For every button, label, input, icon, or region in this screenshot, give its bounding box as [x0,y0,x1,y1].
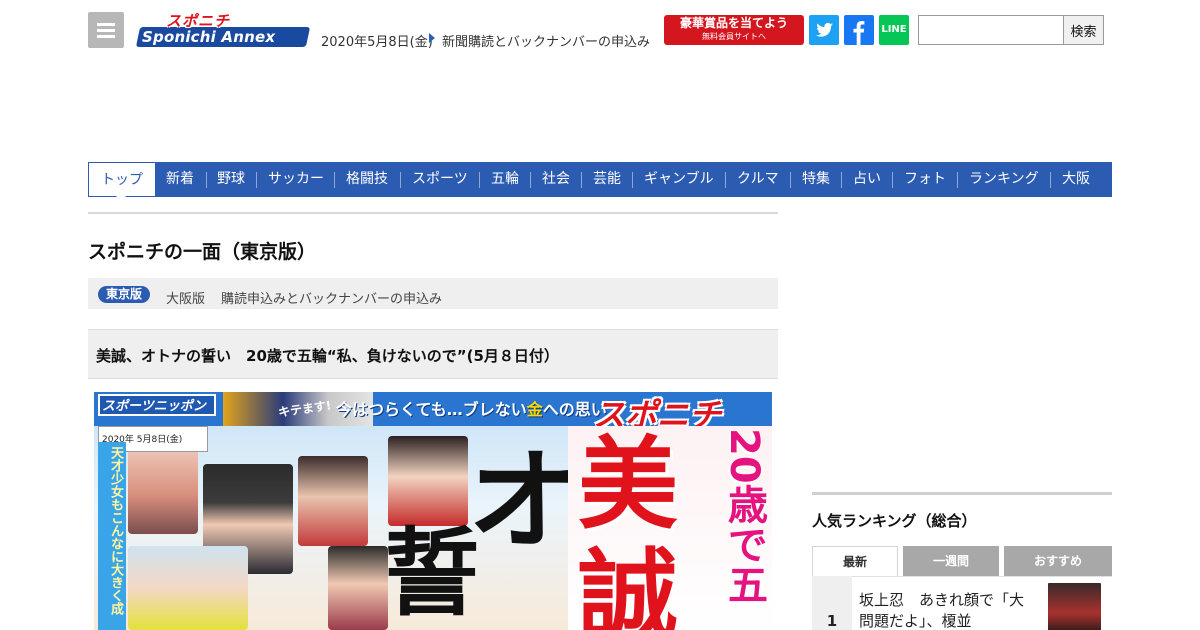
page: Sponichi Annex スポニチ 2020年5月8日(金) 新聞購読とバッ… [0,0,1200,630]
main-divider [88,212,778,214]
facebook-icon[interactable] [844,15,874,45]
nav-separator [841,172,842,188]
nav-item-osaka[interactable]: 大阪 [1062,162,1090,197]
ranking-title: 人気ランキング（総合） [812,512,977,530]
header-date: 2020年5月8日(金) [321,35,433,50]
nav-separator [334,172,335,188]
hamburger-menu-icon[interactable] [88,12,124,48]
childhood-photo [128,438,198,534]
paper-name: スポーツニッポン [102,399,206,414]
ranking-thumbnail[interactable] [1048,583,1101,630]
twitter-bird-glyph [816,22,833,37]
headline-chika: 誓 [384,518,480,629]
nav-separator [400,172,401,188]
nav-separator [581,172,582,188]
nav-item-martial-arts[interactable]: 格闘技 [346,162,388,197]
nav-item-features[interactable]: 特集 [802,162,830,197]
kimono-photo [388,436,468,526]
headline-age: 20歳で五 [721,428,767,604]
twitter-icon[interactable] [809,15,839,45]
ranking-tab-latest[interactable]: 最新 [812,546,898,576]
nav-item-fortune[interactable]: 占い [853,162,881,197]
nav-separator [530,172,531,188]
front-page-tagline: 今はつらくても…ブレない金への思い [336,396,607,420]
nav-item-cars[interactable]: クルマ [737,162,779,197]
search-input[interactable] [918,15,1064,45]
nav-separator [1050,172,1051,188]
nav-separator [256,172,257,188]
tagline-gold: 金 [526,400,543,419]
triangle-right-icon [429,33,435,43]
ranking-tab-recommend[interactable]: おすすめ [1004,546,1112,576]
nav-item-gambling[interactable]: ギャンブル [644,162,714,197]
ranking-tab-week[interactable]: 一週間 [903,546,999,576]
subscription-link[interactable]: 新聞購読とバックナンバーの申込み [442,31,650,50]
nav-item-ranking[interactable]: ランキング [969,162,1039,197]
prize-banner-title: 豪華賞品を当てよう [679,16,788,30]
nav-separator [725,172,726,188]
portrait-photo [328,546,388,630]
page-title: スポニチの一面（東京版） [88,241,317,263]
front-page-headline: 美誠、オトナの誓い 20歳で五輪“私、負けないので”(5月８日付） [96,347,559,365]
nav-item-sports[interactable]: スポーツ [412,162,468,197]
tagline-pre: 今はつらくても…ブレない [336,400,527,419]
nav-item-olympics[interactable]: 五輪 [491,162,519,197]
line-label: LINE [881,24,907,35]
prize-banner-subtitle: 無料会員サイトへ [702,32,766,41]
nav-active-caret [116,196,126,201]
nav-separator [632,172,633,188]
edition-selector: 東京版 大阪版 購読申込みとバックナンバーの申込み [88,278,778,309]
edition-tab-osaka[interactable]: 大阪版 [166,288,205,307]
nav-separator [892,172,893,188]
kids-caption: 天才少女もこんなに大きく成 [108,446,123,615]
global-nav: トップ 新着 野球 サッカー 格闘技 スポーツ 五輪 社会 芸能 ギャンブル ク… [88,162,1112,197]
headline-mi: 美 [578,425,678,543]
logo-text-ja: スポニチ [166,12,231,30]
nav-item-top[interactable]: トップ [88,162,156,197]
sidebar-divider [812,492,1112,495]
nav-item-latest[interactable]: 新着 [166,162,194,197]
ranking-article-title[interactable]: 坂上忍 あきれ顔で「大問題だよ」、榎並 [859,590,1034,630]
nav-item-society[interactable]: 社会 [542,162,570,197]
nav-item-entertainment[interactable]: 芸能 [593,162,621,197]
facebook-f-glyph [853,21,865,45]
nav-separator [206,172,207,188]
girl-photo [298,456,368,546]
match-photo [128,546,248,630]
edition-order-link[interactable]: 購読申込みとバックナンバーの申込み [221,288,442,307]
nav-item-soccer[interactable]: サッカー [268,162,324,197]
nav-item-baseball[interactable]: 野球 [217,162,245,197]
nav-separator [790,172,791,188]
headline-sei: 誠 [578,537,678,630]
headline-bar: 美誠、オトナの誓い 20歳で五輪“私、負けないので”(5月８日付） [88,329,778,379]
prize-banner[interactable]: 豪華賞品を当てよう 無料会員サイトへ [664,15,804,45]
line-icon[interactable]: LINE [879,15,909,45]
front-page-image[interactable]: スポーツニッポン キテます! 今はつらくても…ブレない金への思い スポニチ 20… [88,386,778,630]
search-button[interactable]: 検索 [1063,15,1104,45]
ranking-number: 1 [826,612,838,630]
nav-separator [957,172,958,188]
nav-item-photo[interactable]: フォト [904,162,946,197]
nav-separator [479,172,480,188]
edition-tab-tokyo[interactable]: 東京版 [98,286,151,303]
sponichi-logo[interactable]: Sponichi Annex スポニチ [135,12,311,49]
